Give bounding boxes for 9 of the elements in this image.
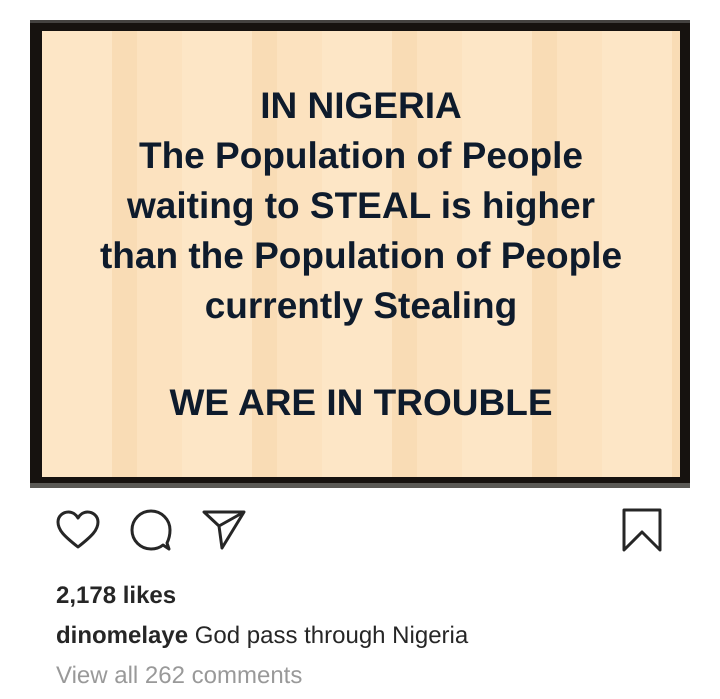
sign-footer: WE ARE IN TROUBLE xyxy=(169,378,552,428)
sign-text: The Population of People waiting to STEAL is higher than the Population of People currently Stealing xyxy=(100,134,622,328)
paper-plane-icon[interactable] xyxy=(202,510,246,550)
heart-icon[interactable] xyxy=(56,510,100,550)
comment-icon[interactable] xyxy=(130,509,172,551)
sign-title: IN NIGERIA xyxy=(260,84,462,128)
bookmark-icon[interactable] xyxy=(622,508,662,552)
likes-count[interactable]: 2,178 likes xyxy=(56,576,664,616)
post-caption: dinomelaye God pass through Nigeria xyxy=(56,621,470,651)
